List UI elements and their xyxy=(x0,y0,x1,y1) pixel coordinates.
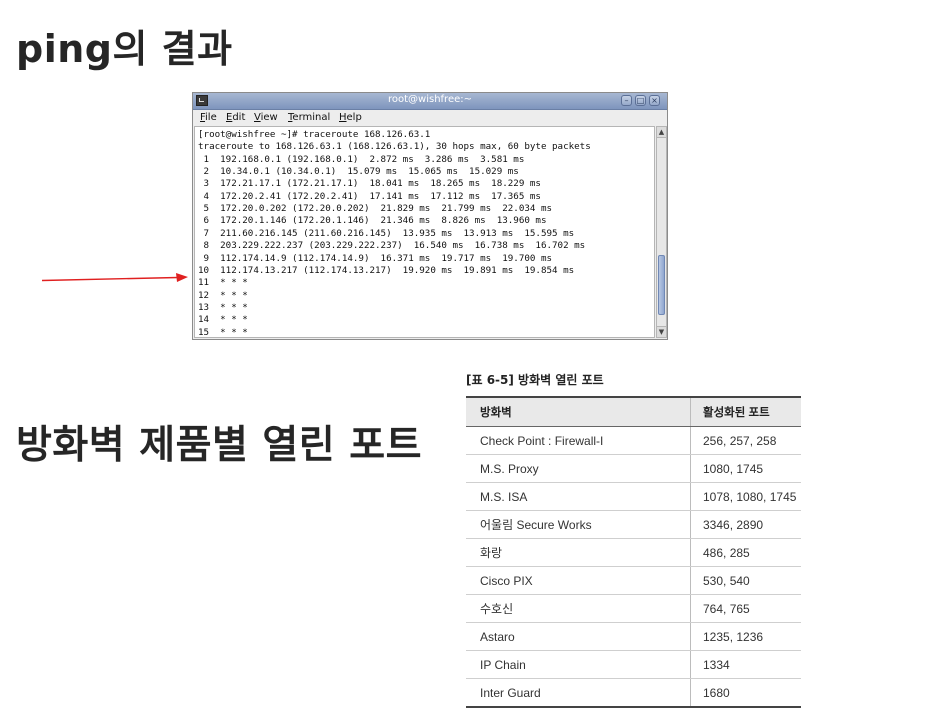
table-row: 어울림 Secure Works 3346, 2890 xyxy=(466,510,801,539)
terminal-line: 1 192.168.0.1 (192.168.0.1) 2.872 ms 3.2… xyxy=(198,153,525,165)
terminal-line: 6 172.20.1.146 (172.20.1.146) 21.346 ms … xyxy=(198,215,547,227)
menu-file[interactable]: File xyxy=(200,112,217,123)
cell-ports: 1680 xyxy=(690,678,801,708)
terminal-output[interactable]: [root@wishfree ~]# traceroute 168.126.63… xyxy=(194,126,655,338)
minimize-icon[interactable]: – xyxy=(621,95,632,106)
terminal-line: 14 * * * xyxy=(198,314,248,326)
scroll-up-icon[interactable]: ▲ xyxy=(657,127,666,138)
terminal-window: root@wishfree:~ – □ × File Edit View Ter… xyxy=(192,92,668,340)
cell-firewall: 화랑 xyxy=(466,538,691,567)
table-row: Astaro 1235, 1236 xyxy=(466,622,801,651)
menu-help[interactable]: Help xyxy=(339,112,362,123)
table-row: M.S. Proxy 1080, 1745 xyxy=(466,454,801,483)
terminal-line: [root@wishfree ~]# traceroute 168.126.63… xyxy=(198,129,431,140)
close-icon[interactable]: × xyxy=(649,95,660,106)
cell-firewall: M.S. Proxy xyxy=(466,454,691,483)
red-arrow-icon xyxy=(41,273,188,282)
table-row: Inter Guard 1680 xyxy=(466,678,801,708)
terminal-line: 5 172.20.0.202 (172.20.0.202) 21.829 ms … xyxy=(198,203,553,215)
cell-ports: 1235, 1236 xyxy=(690,622,801,651)
scroll-thumb[interactable] xyxy=(658,255,665,315)
cell-firewall: Cisco PIX xyxy=(466,566,691,595)
maximize-icon[interactable]: □ xyxy=(635,95,646,106)
cell-ports: 1334 xyxy=(690,650,801,679)
cell-ports: 1080, 1745 xyxy=(690,454,801,483)
terminal-line: 2 10.34.0.1 (10.34.0.1) 15.079 ms 15.065… xyxy=(198,166,519,178)
cell-firewall: IP Chain xyxy=(466,650,691,679)
terminal-line: 15 * * * xyxy=(198,326,248,338)
cell-firewall: Astaro xyxy=(466,622,691,651)
scroll-down-icon[interactable]: ▼ xyxy=(657,326,666,337)
terminal-scrollbar[interactable]: ▲ ▼ xyxy=(656,126,667,338)
menu-terminal[interactable]: Terminal xyxy=(288,112,330,123)
cell-ports: 256, 257, 258 xyxy=(690,426,801,455)
terminal-line: 13 * * * xyxy=(198,301,248,313)
terminal-titlebar[interactable]: root@wishfree:~ – □ × xyxy=(193,93,667,110)
section-title: 방화벽 제품별 열린 포트 xyxy=(16,423,423,468)
cell-firewall: Inter Guard xyxy=(466,678,691,708)
table-row: Cisco PIX 530, 540 xyxy=(466,566,801,595)
cell-ports: 3346, 2890 xyxy=(690,510,801,539)
table-row: Check Point : Firewall-I 256, 257, 258 xyxy=(466,426,801,455)
table-row: IP Chain 1334 xyxy=(466,650,801,679)
cell-ports: 764, 765 xyxy=(690,594,801,623)
terminal-line: 9 112.174.14.9 (112.174.14.9) 16.371 ms … xyxy=(198,252,553,264)
firewall-port-table: 방화벽 활성화된 포트 Check Point : Firewall-I 256,… xyxy=(466,396,801,708)
table-caption: [표 6-5] 방화벽 열린 포트 xyxy=(466,373,604,387)
table-row: 수호신 764, 765 xyxy=(466,594,801,623)
cell-ports: 530, 540 xyxy=(690,566,801,595)
menu-edit[interactable]: Edit xyxy=(226,112,245,123)
header-firewall: 방화벽 xyxy=(466,396,691,427)
menu-view[interactable]: View xyxy=(254,112,278,123)
terminal-line: 3 172.21.17.1 (172.21.17.1) 18.041 ms 18… xyxy=(198,178,541,190)
terminal-line: traceroute to 168.126.63.1 (168.126.63.1… xyxy=(198,141,591,153)
terminal-title: root@wishfree:~ xyxy=(387,94,473,105)
terminal-line: 7 211.60.216.145 (211.60.216.145) 13.935… xyxy=(198,227,575,239)
table-row: M.S. ISA 1078, 1080, 1745 xyxy=(466,482,801,511)
header-ports: 활성화된 포트 xyxy=(690,396,801,427)
cell-firewall: 어울림 Secure Works xyxy=(466,510,691,539)
terminal-line: 10 112.174.13.217 (112.174.13.217) 19.92… xyxy=(198,264,575,276)
terminal-line: 8 203.229.222.237 (203.229.222.237) 16.5… xyxy=(198,240,586,252)
cell-firewall: Check Point : Firewall-I xyxy=(466,426,691,455)
cell-firewall: 수호신 xyxy=(466,594,691,623)
cell-ports: 486, 285 xyxy=(690,538,801,567)
table-row: 화랑 486, 285 xyxy=(466,538,801,567)
cell-firewall: M.S. ISA xyxy=(466,482,691,511)
cell-ports: 1078, 1080, 1745 xyxy=(690,482,801,511)
table-header-row: 방화벽 활성화된 포트 xyxy=(466,396,801,427)
page-title: ping의 결과 xyxy=(16,27,233,71)
terminal-line: 12 * * * xyxy=(198,289,248,301)
terminal-line: 4 172.20.2.41 (172.20.2.41) 17.141 ms 17… xyxy=(198,190,541,202)
terminal-menubar: File Edit View Terminal Help xyxy=(193,110,667,125)
terminal-line: 11 * * * xyxy=(198,277,248,289)
